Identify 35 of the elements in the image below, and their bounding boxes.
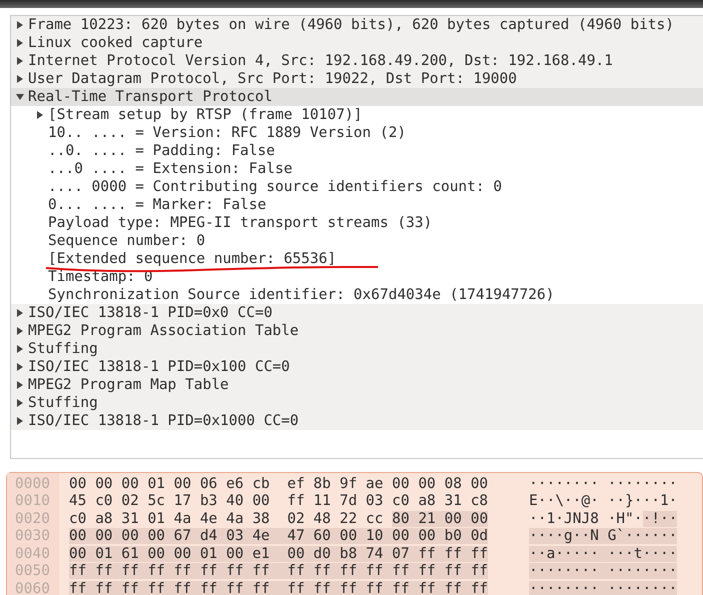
hex-bytes[interactable]: 00 01 61 00 00 01 00 e1 00 d0 b8 74 07 ff ff ff xyxy=(69,546,488,562)
hex-bytes[interactable]: ff ff ff ff ff ff ff ff ff ff ff ff ff ff ff ff xyxy=(69,580,488,595)
ascii-bytes[interactable]: ········ ········ xyxy=(529,476,678,492)
hex-bytes[interactable]: ff ff ff ff ff ff ff ff ff ff ff ff ff ff ff ff xyxy=(69,563,488,580)
tree-item[interactable]: ISO/IEC 13818-1 PID=0x0 CC=0 xyxy=(11,304,703,322)
tree-item[interactable]: Real-Time Transport Protocol xyxy=(11,88,703,106)
byte-offset: 0060 xyxy=(14,580,51,595)
ascii-bytes[interactable]: ·!·· xyxy=(642,510,678,527)
ascii-bytes[interactable]: ··a····· ···t···· xyxy=(529,546,678,562)
ascii-bytes[interactable]: ··1·JNJ8 ·H"· xyxy=(529,510,642,527)
byte-offset: 0040 xyxy=(14,546,51,562)
ascii-bytes[interactable]: ········ ········ xyxy=(529,563,678,580)
byte-offset: 0020 xyxy=(14,510,51,527)
hex-bytes[interactable]: 00 00 00 01 00 06 e6 cb ef 8b 9f ae 00 00 08 00 xyxy=(69,476,488,492)
ascii-bytes[interactable]: ········ ········ xyxy=(529,580,678,595)
byte-offset: 0010 xyxy=(14,493,51,510)
hex-bytes[interactable]: 80 21 00 00 xyxy=(392,510,488,527)
tree-item[interactable]: MPEG2 Program Map Table xyxy=(11,376,703,394)
tree-item[interactable]: User Datagram Protocol, Src Port: 19022, Dst Port: 19000 xyxy=(11,70,703,88)
tree-item[interactable]: Frame 10223: 620 bytes on wire (4960 bits), 620 bytes captured (4960 bits) xyxy=(11,16,703,34)
tree-item[interactable]: Stuffing xyxy=(11,394,703,412)
hex-bytes[interactable]: 45 c0 02 5c 17 b3 40 00 ff 11 7d 03 c0 a8 31 c8 xyxy=(69,493,488,510)
tree-item[interactable]: ISO/IEC 13818-1 PID=0x1000 CC=0 xyxy=(11,412,703,430)
byte-offset: 0030 xyxy=(14,528,51,544)
ascii-bytes[interactable]: E··\··@· ··}···1· xyxy=(529,493,678,510)
tree-item[interactable]: Linux cooked capture xyxy=(11,34,703,52)
tree-item[interactable]: Internet Protocol Version 4, Src: 192.168.49.200, Dst: 192.168.49.1 xyxy=(11,52,703,70)
ascii-bytes[interactable]: ····g··N G`······ xyxy=(529,528,678,544)
byte-offset: 0000 xyxy=(14,476,51,492)
byte-offset: 0050 xyxy=(14,563,51,580)
hex-bytes[interactable]: c0 a8 31 01 4a 4e 4a 38 02 48 22 cc xyxy=(69,510,392,527)
tree-item[interactable]: ISO/IEC 13818-1 PID=0x100 CC=0 xyxy=(11,358,703,376)
hex-bytes[interactable]: 00 00 00 00 67 d4 03 4e 47 60 00 10 00 00 b0 0d xyxy=(69,528,488,544)
tree-item[interactable]: MPEG2 Program Association Table xyxy=(11,322,703,340)
tree-item[interactable]: Stuffing xyxy=(11,340,703,358)
